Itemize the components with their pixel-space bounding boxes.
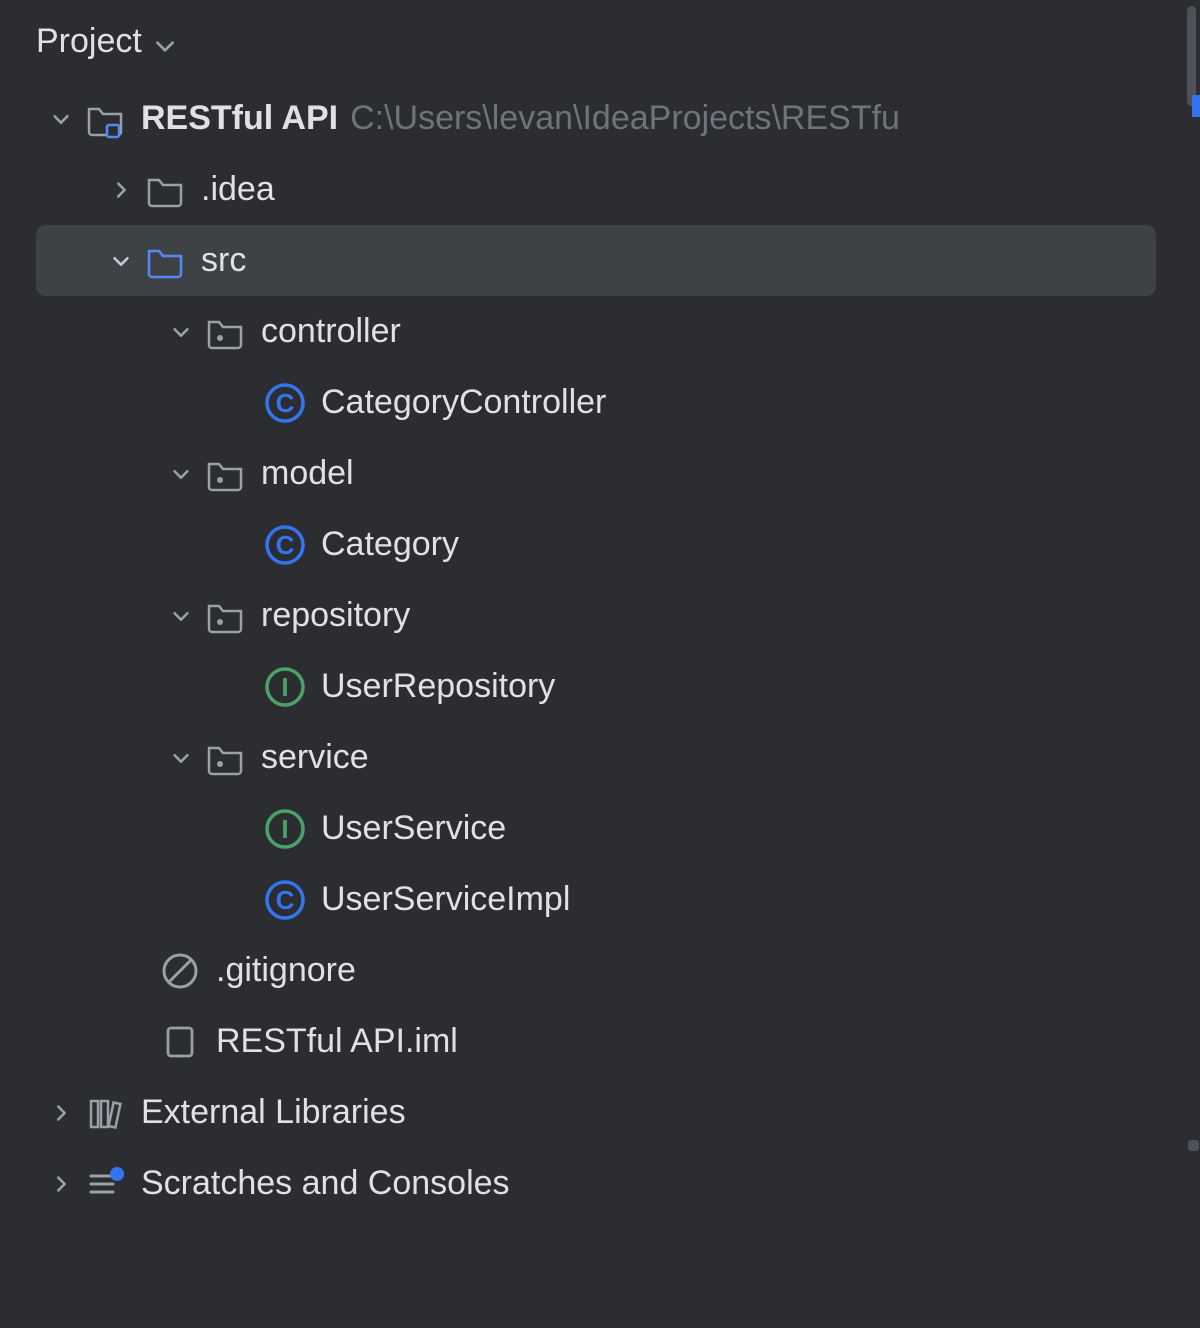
expand-toggle-icon[interactable] bbox=[158, 747, 203, 769]
panel-header[interactable]: Project bbox=[0, 0, 1200, 83]
expand-toggle-icon[interactable] bbox=[158, 605, 203, 627]
tree-node-repository[interactable]: repository bbox=[0, 580, 1164, 651]
node-label: repository bbox=[261, 596, 410, 635]
scrollbar-thumb[interactable] bbox=[1187, 6, 1196, 106]
package-icon bbox=[203, 452, 247, 496]
tree-node-category-controller[interactable]: C CategoryController bbox=[0, 367, 1164, 438]
expand-toggle-icon[interactable] bbox=[98, 250, 143, 272]
svg-text:C: C bbox=[276, 885, 295, 915]
module-folder-icon bbox=[83, 97, 127, 141]
node-label: Scratches and Consoles bbox=[141, 1164, 510, 1203]
node-label: UserRepository bbox=[321, 667, 555, 706]
library-icon bbox=[83, 1091, 127, 1135]
expand-toggle-icon[interactable] bbox=[158, 463, 203, 485]
node-label: RESTful API.iml bbox=[216, 1022, 458, 1061]
tree-node-scratches[interactable]: Scratches and Consoles bbox=[0, 1148, 1164, 1219]
tree-node-external-libraries[interactable]: External Libraries bbox=[0, 1077, 1164, 1148]
tree-node-user-repository[interactable]: I UserRepository bbox=[0, 651, 1164, 722]
node-label: UserService bbox=[321, 809, 506, 848]
svg-text:C: C bbox=[276, 388, 295, 418]
tree-node-root[interactable]: RESTful API C:\Users\levan\IdeaProjects\… bbox=[0, 83, 1164, 154]
ignore-file-icon bbox=[158, 949, 202, 993]
svg-text:C: C bbox=[276, 530, 295, 560]
node-label: External Libraries bbox=[141, 1093, 406, 1132]
tree-node-model[interactable]: model bbox=[0, 438, 1164, 509]
interface-icon: I bbox=[263, 665, 307, 709]
node-label: service bbox=[261, 738, 369, 777]
panel-title: Project bbox=[36, 22, 142, 61]
node-label: .gitignore bbox=[216, 951, 356, 990]
expand-toggle-icon[interactable] bbox=[38, 108, 83, 130]
package-icon bbox=[203, 736, 247, 780]
node-label: UserServiceImpl bbox=[321, 880, 570, 919]
tree-node-src[interactable]: src bbox=[36, 225, 1156, 296]
tree-node-service[interactable]: service bbox=[0, 722, 1164, 793]
folder-icon bbox=[143, 168, 187, 212]
source-folder-icon bbox=[143, 239, 187, 283]
project-tree: RESTful API C:\Users\levan\IdeaProjects\… bbox=[0, 83, 1200, 1219]
tree-node-user-service-impl[interactable]: C UserServiceImpl bbox=[0, 864, 1164, 935]
scratches-icon bbox=[83, 1162, 127, 1206]
chevron-down-icon bbox=[152, 29, 178, 55]
expand-toggle-icon[interactable] bbox=[38, 1102, 83, 1124]
scroll-marker bbox=[1188, 1140, 1199, 1151]
expand-toggle-icon[interactable] bbox=[158, 321, 203, 343]
class-icon: C bbox=[263, 381, 307, 425]
node-label: controller bbox=[261, 312, 401, 351]
tree-node-iml[interactable]: RESTful API.iml bbox=[0, 1006, 1164, 1077]
node-label: src bbox=[201, 241, 246, 280]
class-icon: C bbox=[263, 878, 307, 922]
node-label: RESTful API bbox=[141, 99, 338, 138]
tree-node-controller[interactable]: controller bbox=[0, 296, 1164, 367]
svg-text:I: I bbox=[281, 672, 288, 702]
tree-node-category[interactable]: C Category bbox=[0, 509, 1164, 580]
node-label: Category bbox=[321, 525, 459, 564]
node-label: .idea bbox=[201, 170, 275, 209]
file-icon bbox=[158, 1020, 202, 1064]
node-label: CategoryController bbox=[321, 383, 606, 422]
tree-node-gitignore[interactable]: .gitignore bbox=[0, 935, 1164, 1006]
node-label: model bbox=[261, 454, 354, 493]
node-path: C:\Users\levan\IdeaProjects\RESTfu bbox=[350, 99, 900, 138]
class-icon: C bbox=[263, 523, 307, 567]
expand-toggle-icon[interactable] bbox=[98, 179, 143, 201]
package-icon bbox=[203, 310, 247, 354]
interface-icon: I bbox=[263, 807, 307, 851]
svg-text:I: I bbox=[281, 814, 288, 844]
package-icon bbox=[203, 594, 247, 638]
expand-toggle-icon[interactable] bbox=[38, 1173, 83, 1195]
tree-node-user-service[interactable]: I UserService bbox=[0, 793, 1164, 864]
tree-node-idea[interactable]: .idea bbox=[0, 154, 1164, 225]
scroll-marker bbox=[1192, 95, 1200, 117]
